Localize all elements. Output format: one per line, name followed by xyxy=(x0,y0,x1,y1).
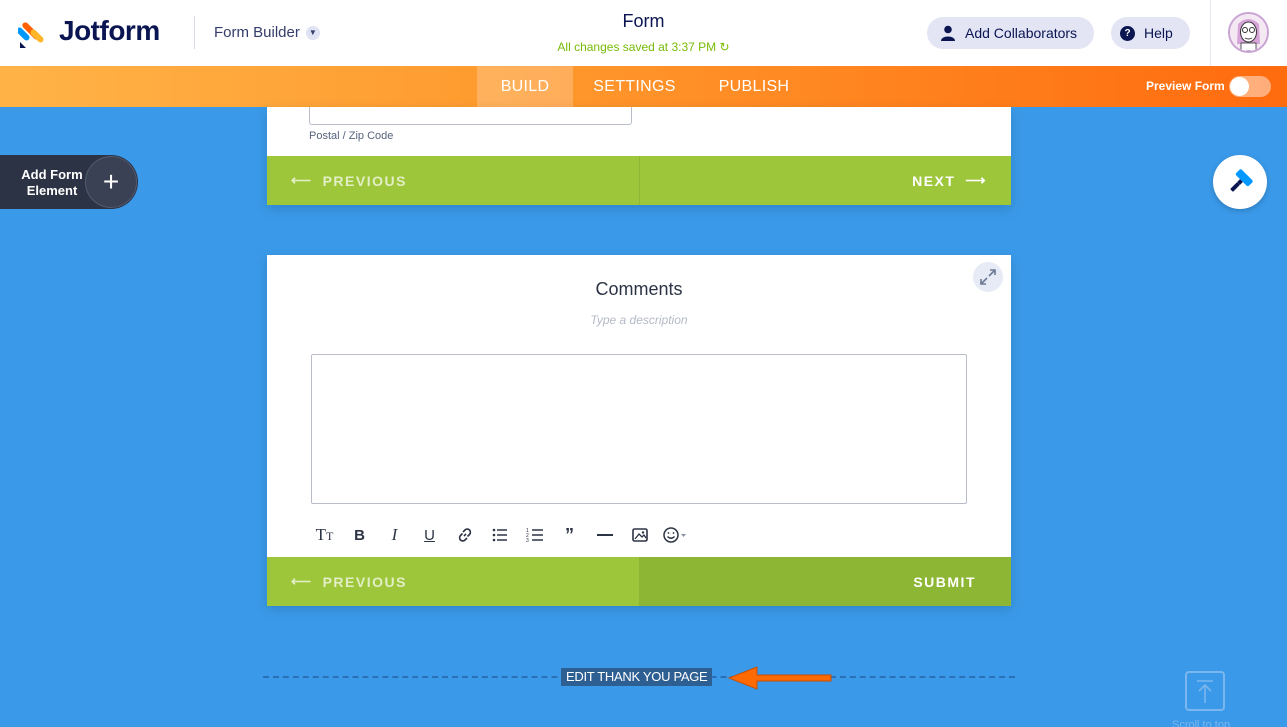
save-status: All changes saved at 3:37 PM ↻ xyxy=(0,40,1287,54)
underline-icon[interactable]: U xyxy=(412,523,447,547)
avatar[interactable] xyxy=(1228,12,1269,53)
builder-navbar: BUILD SETTINGS PUBLISH Preview Form xyxy=(0,66,1287,107)
next-button[interactable]: NEXT ⟶ xyxy=(639,156,1011,205)
form-page-1: Postal / Zip Code ⟵ PREVIOUS NEXT ⟶ xyxy=(267,107,1011,205)
rich-text-toolbar: TT B I U 123 ” xyxy=(307,523,697,547)
link-icon[interactable] xyxy=(447,523,482,547)
help-button[interactable]: ? Help xyxy=(1111,17,1190,49)
submit-button[interactable]: SUBMIT xyxy=(639,557,1011,606)
arrow-left-icon: ⟵ xyxy=(291,172,313,188)
refresh-icon: ↻ xyxy=(719,40,730,54)
question-icon: ? xyxy=(1120,25,1135,41)
previous-button[interactable]: ⟵ PREVIOUS xyxy=(267,156,639,205)
text-size-icon[interactable]: TT xyxy=(307,523,342,547)
add-collaborators-button[interactable]: Add Collaborators xyxy=(927,17,1094,49)
tab-build[interactable]: BUILD xyxy=(477,66,573,107)
submit-label: SUBMIT xyxy=(913,573,976,590)
quote-icon[interactable]: ” xyxy=(552,523,587,547)
bullet-list-icon[interactable] xyxy=(482,523,517,547)
image-icon[interactable] xyxy=(622,523,657,547)
tab-settings[interactable]: SETTINGS xyxy=(586,66,683,107)
emoji-icon[interactable] xyxy=(657,523,697,547)
edit-thank-you-page-button[interactable]: EDIT THANK YOU PAGE xyxy=(561,668,713,686)
preview-form-label: Preview Form xyxy=(1146,79,1225,93)
toggle-knob xyxy=(1230,77,1249,96)
user-icon xyxy=(941,25,955,41)
preview-form-toggle[interactable] xyxy=(1229,76,1271,97)
save-status-text: All changes saved at 3:37 PM xyxy=(557,40,717,54)
add-collaborators-label: Add Collaborators xyxy=(965,25,1078,41)
bold-icon[interactable]: B xyxy=(342,523,377,547)
arrow-up-icon xyxy=(1197,680,1213,703)
plus-icon: + xyxy=(85,156,137,208)
arrow-right-icon: ⟶ xyxy=(965,172,987,188)
previous-label: PREVIOUS xyxy=(322,573,407,590)
scroll-to-top-label: Scroll to top xyxy=(1172,719,1231,727)
numbered-list-icon[interactable]: 123 xyxy=(517,523,552,547)
page-1-navigation: ⟵ PREVIOUS NEXT ⟶ xyxy=(267,156,1011,205)
comments-textarea[interactable] xyxy=(311,354,967,504)
add-form-element-label: Add Form Element xyxy=(21,167,83,198)
italic-icon[interactable]: I xyxy=(377,523,412,547)
paint-roller-icon xyxy=(1230,169,1253,192)
help-label: Help xyxy=(1144,25,1173,41)
horizontal-rule-icon[interactable] xyxy=(587,523,622,547)
scroll-to-top-button[interactable] xyxy=(1185,671,1225,711)
form-designer-button[interactable] xyxy=(1213,155,1267,209)
annotation-arrow-icon xyxy=(727,666,832,690)
form-title[interactable]: Form xyxy=(0,11,1287,32)
top-header: Jotform Form Builder ▼ Form All changes … xyxy=(0,0,1287,66)
avatar-illustration-icon xyxy=(1230,14,1267,51)
previous-button[interactable]: ⟵ PREVIOUS xyxy=(267,557,639,606)
page-2-navigation: ⟵ PREVIOUS SUBMIT xyxy=(267,557,1011,606)
comments-question-title[interactable]: Comments xyxy=(267,279,1011,300)
form-page-2: Comments Type a description TT B I U 123… xyxy=(267,255,1011,606)
add-form-element-button[interactable]: Add Form Element + xyxy=(0,155,138,209)
tab-publish[interactable]: PUBLISH xyxy=(708,66,800,107)
postal-code-sublabel: Postal / Zip Code xyxy=(309,130,394,142)
postal-code-input[interactable] xyxy=(309,107,632,125)
previous-label: PREVIOUS xyxy=(322,172,407,189)
description-placeholder[interactable]: Type a description xyxy=(267,313,1011,327)
header-divider-right xyxy=(1210,0,1211,66)
svg-text:3: 3 xyxy=(526,538,529,543)
next-label: NEXT xyxy=(912,172,956,189)
arrow-left-icon: ⟵ xyxy=(291,573,313,589)
